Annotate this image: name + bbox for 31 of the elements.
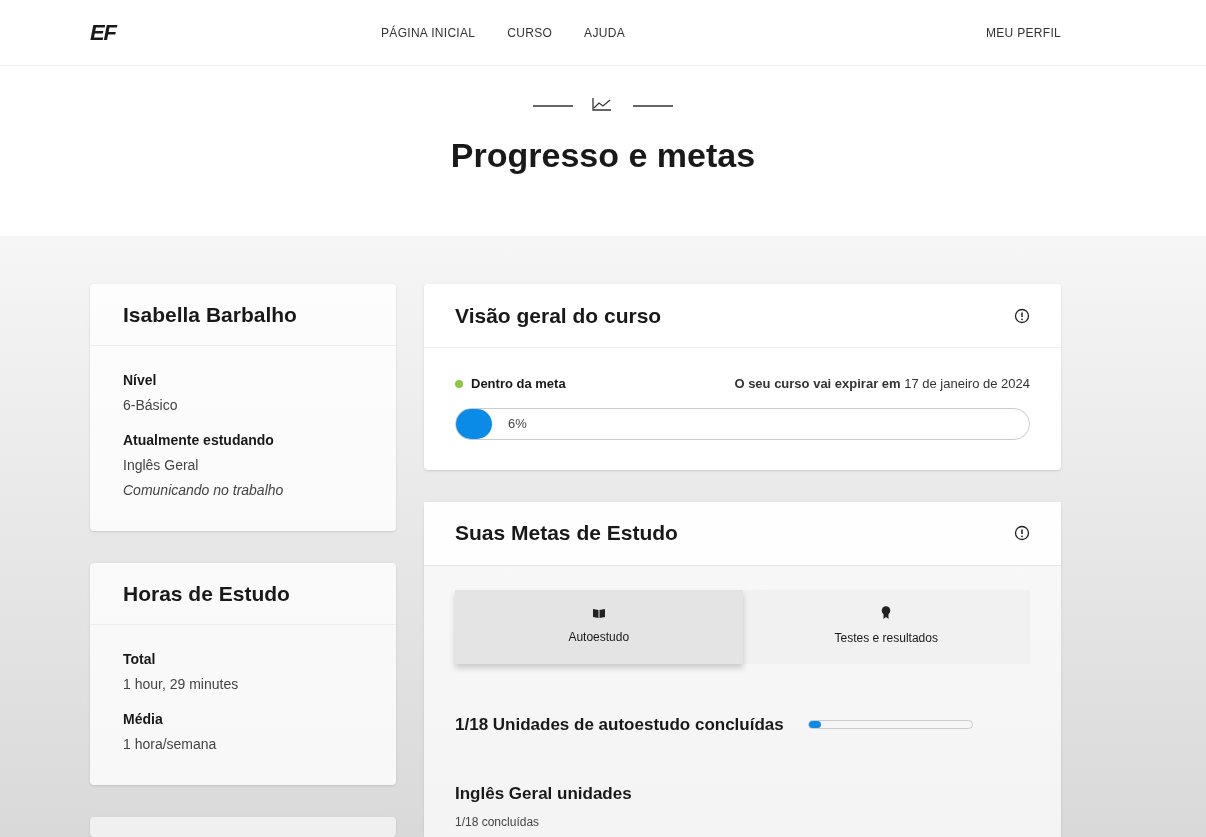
card-title: Isabella Barbalho <box>123 301 297 328</box>
profile-link[interactable]: MEU PERFIL <box>986 23 1061 42</box>
section-subtitle: 1/18 concluídas <box>455 813 541 831</box>
book-icon <box>592 607 605 618</box>
nav-link[interactable]: PÁGINA INICIAL <box>381 23 476 42</box>
field-value: 1 hora/semana <box>123 735 218 754</box>
field-value: 1 hour, 29 minutes <box>123 675 240 694</box>
field-label: Nível <box>123 371 158 390</box>
card-title: Visão geral do curso <box>455 302 662 329</box>
award-icon <box>881 606 892 619</box>
card-title: Horas de Estudo <box>123 580 290 607</box>
status-label: Dentro da meta <box>471 375 566 393</box>
expiry-text: O seu curso vai expirar em 17 de janeiro de 2024 <box>734 375 1030 393</box>
section-title: Inglês Geral unidades <box>455 783 633 805</box>
card-title: Suas Metas de Estudo <box>455 520 678 547</box>
summary-text: 1/18 Unidades de autoestudo concluídas <box>455 713 784 736</box>
field-label: Média <box>123 710 164 729</box>
field-label: Atualmente estudando <box>123 431 275 450</box>
field-value: Inglês Geral <box>123 456 200 475</box>
info-icon[interactable] <box>1014 307 1030 324</box>
goal-tab[interactable]: Testes e resultados <box>742 589 1030 664</box>
field-label: Total <box>123 650 157 669</box>
nav-link[interactable]: AJUDA <box>584 23 625 42</box>
page-title: Progresso e metas <box>450 135 756 176</box>
field-value: Comunicando no trabalho <box>123 481 285 500</box>
logo[interactable]: EF <box>90 16 140 49</box>
info-icon[interactable] <box>1014 525 1030 541</box>
nav-link[interactable]: CURSO <box>507 23 553 42</box>
progress-reading: 6% <box>508 414 527 433</box>
field-value: 6-Básico <box>123 396 179 415</box>
goal-tab[interactable]: Autoestudo <box>455 589 743 664</box>
